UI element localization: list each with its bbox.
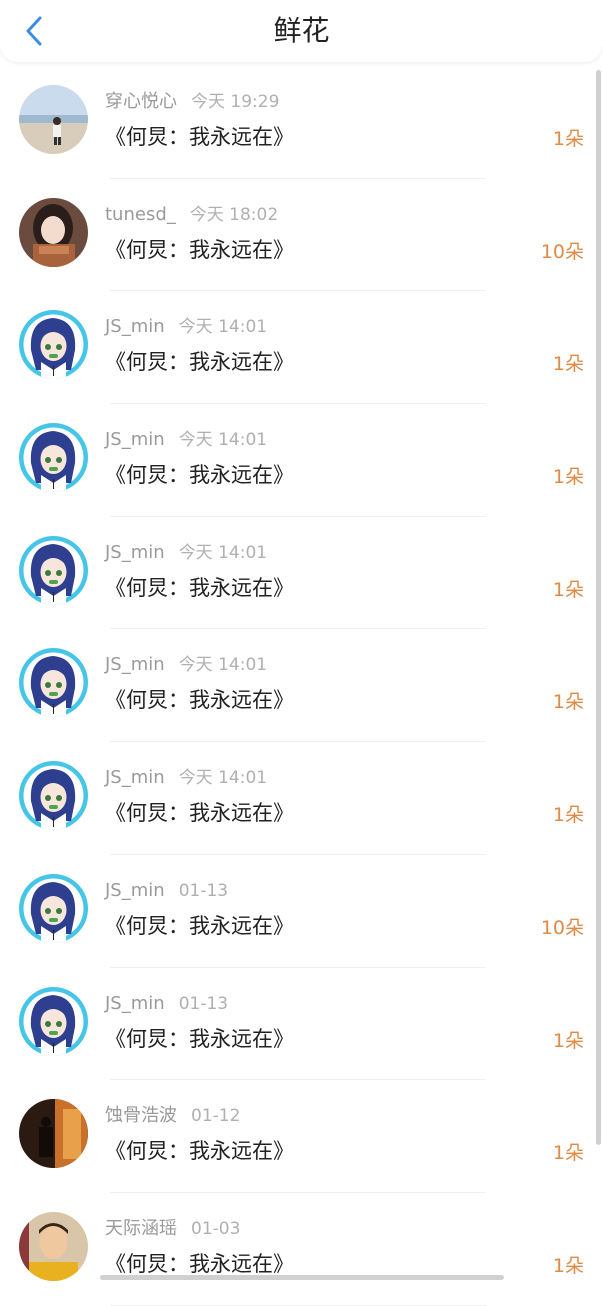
timestamp: 今天 14:01 <box>178 317 268 338</box>
list-item[interactable]: JS_min 今天 14:01 《何炅：我永远在》 1朵 <box>0 517 596 630</box>
username[interactable]: 天际涵瑶 <box>105 1218 177 1239</box>
list-item[interactable]: 天际涵瑶 01-03 《何炅：我永远在》 1朵 <box>0 1193 596 1306</box>
book-title[interactable]: 《何炅：我永远在》 <box>105 234 294 266</box>
timestamp: 01-03 <box>191 1218 241 1239</box>
username[interactable]: 穿心悦心 <box>105 91 177 112</box>
username[interactable]: 蚀骨浩波 <box>105 1105 177 1126</box>
scrollbar[interactable] <box>596 70 601 1145</box>
list-item[interactable]: JS_min 今天 14:01 《何炅：我永远在》 1朵 <box>0 629 596 743</box>
username[interactable]: tunesd_ <box>105 204 176 225</box>
list-item[interactable]: JS_min 今天 14:01 《何炅：我永远在》 1朵 <box>0 742 596 855</box>
timestamp: 01-13 <box>178 880 229 901</box>
username[interactable]: JS_min <box>105 542 165 563</box>
timestamp: 今天 18:02 <box>189 204 279 225</box>
flower-amount: 1朵 <box>552 128 584 150</box>
book-title[interactable]: 《何炅：我永远在》 <box>105 797 294 829</box>
page-title: 鲜花 <box>273 14 330 47</box>
meta-line: JS_min 今天 14:01 <box>105 541 267 565</box>
meta-line: JS_min 今天 14:01 <box>105 315 267 339</box>
book-title[interactable]: 《何炅：我永远在》 <box>105 1023 294 1055</box>
list-item[interactable]: JS_min 01-13 《何炅：我永远在》 10朵 <box>0 855 596 968</box>
flower-amount: 10朵 <box>540 916 584 939</box>
flower-amount: 1朵 <box>552 353 584 376</box>
meta-line: 蚀骨浩波 01-12 <box>105 1104 240 1128</box>
list-item[interactable]: 蚀骨浩波 01-12 《何炅：我永远在》 1朵 <box>0 1080 596 1193</box>
avatar[interactable] <box>19 761 88 831</box>
flower-amount: 1朵 <box>552 1142 584 1165</box>
timestamp: 今天 19:29 <box>191 92 280 112</box>
meta-line: JS_min 01-13 <box>105 992 228 1016</box>
avatar[interactable] <box>19 85 88 154</box>
book-title[interactable]: 《何炅：我永远在》 <box>105 572 294 604</box>
book-title[interactable]: 《何炅：我永远在》 <box>105 121 294 153</box>
book-title[interactable]: 《何炅：我永远在》 <box>105 459 294 491</box>
username[interactable]: JS_min <box>105 880 165 901</box>
meta-line: JS_min 今天 14:01 <box>105 653 267 677</box>
list-item[interactable]: 穿心悦心 今天 19:29 《何炅：我永远在》 1朵 <box>0 66 596 179</box>
username[interactable]: JS_min <box>105 429 165 450</box>
flower-amount: 1朵 <box>552 1254 584 1277</box>
book-title[interactable]: 《何炅：我永远在》 <box>105 346 294 378</box>
meta-line: JS_min 今天 14:01 <box>105 428 267 452</box>
avatar[interactable] <box>19 423 88 493</box>
list-item[interactable]: tunesd_ 今天 18:02 《何炅：我永远在》 10朵 <box>0 179 596 292</box>
flower-amount: 1朵 <box>552 804 584 827</box>
username[interactable]: JS_min <box>105 767 165 788</box>
book-title[interactable]: 《何炅：我永远在》 <box>105 910 294 942</box>
flower-amount: 1朵 <box>552 691 584 714</box>
meta-line: 穿心悦心 今天 19:29 <box>105 90 279 114</box>
avatar[interactable] <box>19 986 88 1056</box>
meta-line: 天际涵瑶 01-03 <box>105 1217 240 1241</box>
timestamp: 今天 14:01 <box>178 430 268 451</box>
list-item[interactable]: JS_min 01-13 《何炅：我永远在》 1朵 <box>0 968 596 1081</box>
flower-amount: 1朵 <box>552 578 584 601</box>
timestamp: 01-13 <box>178 993 229 1014</box>
flower-list: 穿心悦心 今天 19:29 《何炅：我永远在》 1朵 tunesd_ 今天 18:0… <box>0 66 596 1306</box>
avatar[interactable] <box>19 310 88 380</box>
avatar[interactable] <box>19 1211 88 1281</box>
meta-line: JS_min 01-13 <box>105 879 228 903</box>
book-title[interactable]: 《何炅：我永远在》 <box>105 1135 294 1167</box>
avatar[interactable] <box>19 535 88 605</box>
book-title[interactable]: 《何炅：我永远在》 <box>105 684 294 716</box>
divider <box>110 1304 486 1306</box>
avatar[interactable] <box>19 648 88 718</box>
avatar[interactable] <box>19 1099 88 1169</box>
list-item[interactable]: JS_min 今天 14:01 《何炅：我永远在》 1朵 <box>0 404 596 517</box>
timestamp: 今天 14:01 <box>178 768 268 789</box>
meta-line: JS_min 今天 14:01 <box>105 766 267 790</box>
flower-amount: 10朵 <box>540 240 584 263</box>
list-item[interactable]: JS_min 今天 14:01 《何炅：我永远在》 1朵 <box>0 291 596 405</box>
home-indicator <box>100 1275 504 1280</box>
timestamp: 今天 14:01 <box>178 542 268 563</box>
timestamp: 01-12 <box>191 1106 241 1127</box>
top-bar: 鲜花 <box>0 0 603 62</box>
flower-amount: 1朵 <box>552 1029 584 1052</box>
avatar[interactable] <box>19 197 88 267</box>
flower-amount: 1朵 <box>552 466 584 489</box>
username[interactable]: JS_min <box>105 316 165 337</box>
username[interactable]: JS_min <box>105 993 165 1014</box>
meta-line: tunesd_ 今天 18:02 <box>105 203 278 227</box>
avatar[interactable] <box>19 873 88 943</box>
username[interactable]: JS_min <box>105 654 165 675</box>
timestamp: 今天 14:01 <box>178 655 268 676</box>
